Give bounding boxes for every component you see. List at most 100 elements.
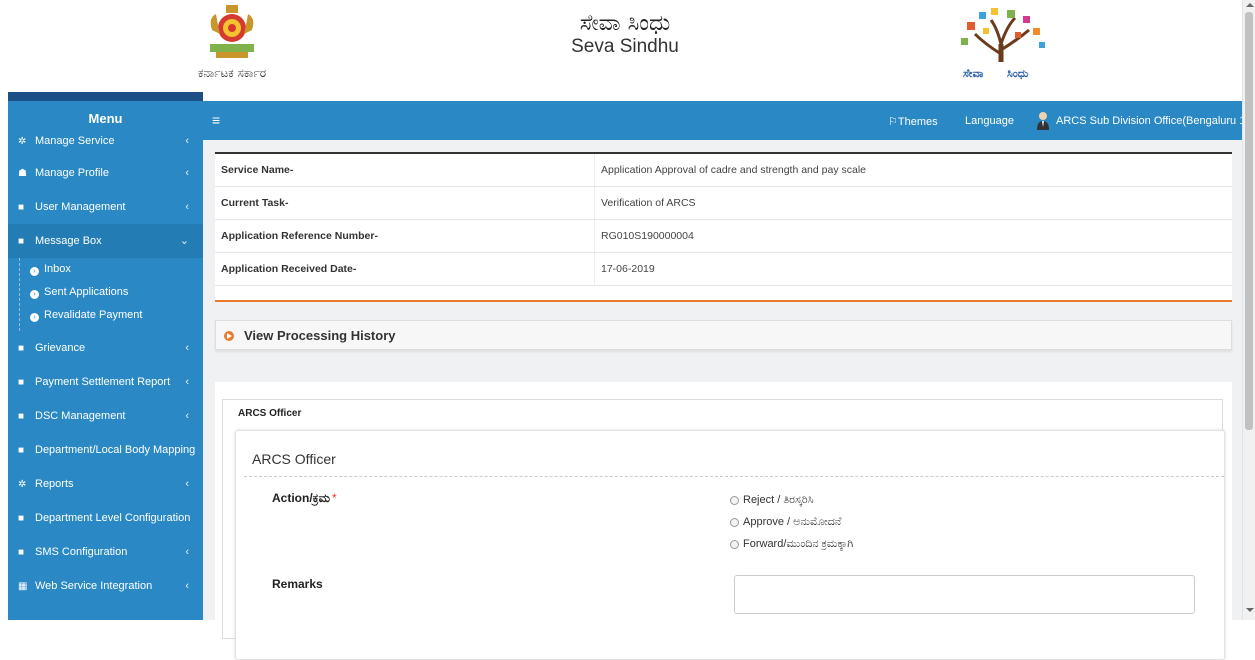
chevron-left-icon: ‹ <box>185 478 189 490</box>
flag-icon: ⚐ <box>888 116 898 128</box>
box-icon: ■ <box>18 236 25 247</box>
sidebar-item-user-management[interactable]: ■ User Management ‹ <box>8 190 203 224</box>
action-label: Action/ಕ್ರಮ * <box>272 491 337 506</box>
radio-forward[interactable]: Forward/ಮುಂದಿನ ಕ್ರಮಕ್ಕಾಗಿ <box>730 533 853 555</box>
sidebar-item-label: Department Level Configuration <box>35 512 191 524</box>
sidebar-item-label: Web Service Integration <box>35 580 153 592</box>
menu-title: Menu <box>8 101 203 134</box>
page-scrollbar[interactable] <box>1242 0 1255 620</box>
box-icon: ■ <box>18 343 25 354</box>
sidebar-item-payment-settlement-report[interactable]: ■ Payment Settlement Report ‹ <box>8 365 203 399</box>
sidebar-item-label: Manage Profile <box>35 167 109 179</box>
submenu-item-sent-applications[interactable]: › Sent Applications <box>20 281 203 304</box>
radio-button[interactable] <box>730 517 739 527</box>
themes-label: Themes <box>897 116 938 128</box>
user-avatar-icon[interactable] <box>1036 111 1050 131</box>
box-icon: ■ <box>18 547 25 558</box>
tree-logo-icon: ಸೇವಾ ಸಿಂಧು <box>955 8 1050 82</box>
submenu-item-inbox[interactable]: › Inbox <box>20 258 203 281</box>
top-navbar: ≡ ⚐Themes Language ARCS Sub Division Off… <box>203 101 1249 140</box>
radio-label: Approve / ಅನುಮೋದನೆ <box>743 516 842 528</box>
detail-label: Service Name- <box>221 164 294 176</box>
message-box-submenu: › Inbox › Sent Applications › Revalidate Pa… <box>19 258 203 331</box>
box-icon: ■ <box>18 202 25 213</box>
sidebar-item-label: SMS Configuration <box>35 546 128 558</box>
submenu-label: Sent Applications <box>44 286 129 298</box>
karnataka-emblem: ಕರ್ನಾಟಕ ಸರ್ಕಾರ <box>172 4 292 88</box>
scroll-down-arrow-icon[interactable] <box>1246 608 1254 612</box>
radio-button[interactable] <box>730 495 739 505</box>
radio-label: Forward/ಮುಂದಿನ ಕ್ರಮಕ್ಕಾಗಿ <box>743 538 854 550</box>
sidebar-item-department-level-configuration[interactable]: ■ Department Level Configuration <box>8 501 203 535</box>
sidebar-top-strip <box>8 92 203 101</box>
submenu-label: Inbox <box>44 263 71 275</box>
chevron-left-icon: ‹ <box>185 135 189 147</box>
sidebar-item-reports[interactable]: ✲ Reports ‹ <box>8 467 203 501</box>
chevron-left-icon: ‹ <box>185 410 189 422</box>
sidebar-item-label: DSC Management <box>35 410 126 422</box>
sidebar-item-label: Department/Local Body Mapping <box>35 444 196 456</box>
sidebar-item-grievance[interactable]: ■ Grievance ‹ <box>8 331 203 365</box>
title-english: Seva Sindhu <box>571 36 679 57</box>
divider <box>244 476 1224 477</box>
detail-label: Application Received Date- <box>221 263 357 275</box>
remarks-label: Remarks <box>272 577 323 591</box>
sidebar-item-sms-configuration[interactable]: ■ SMS Configuration ‹ <box>8 535 203 569</box>
sidebar-item-label: Payment Settlement Report <box>35 376 171 388</box>
chevron-left-icon: ‹ <box>185 546 189 558</box>
title-kannada: ಸೇವಾ ಸಿಂಧು <box>579 11 671 36</box>
chevron-down-icon: ⌄ <box>179 235 189 247</box>
box-icon: ■ <box>18 513 25 524</box>
view-processing-history-panel[interactable]: View Processing History <box>215 320 1232 350</box>
sidebar-item-label: Manage Service <box>35 135 115 147</box>
cogs-icon: ✲ <box>18 479 27 490</box>
detail-value: Verification of ARCS <box>594 187 1232 219</box>
language-link[interactable]: Language <box>965 115 1014 127</box>
hamburger-menu-icon[interactable]: ≡ <box>212 112 220 128</box>
scroll-up-arrow-icon[interactable] <box>1246 3 1254 7</box>
user-office-name[interactable]: ARCS Sub Division Office(Bengaluru 1) <box>1056 115 1249 127</box>
radio-button[interactable] <box>730 539 739 549</box>
sidebar-item-dsc-management[interactable]: ■ DSC Management ‹ <box>8 399 203 433</box>
fieldset-legend: ARCS Officer <box>235 408 305 419</box>
main-content: Service Name- Application Approval of ca… <box>203 140 1242 660</box>
sidebar-item-label: Grievance <box>35 342 86 354</box>
sidebar-item-message-box[interactable]: ■ Message Box ⌄ <box>8 224 203 258</box>
table-row: Current Task- Verification of ARCS <box>215 187 1232 220</box>
action-label-text: Action/ಕ್ರಮ <box>272 491 330 505</box>
chevron-left-icon: ‹ <box>185 580 189 592</box>
arcs-officer-form: ARCS Officer Action/ಕ್ರಮ * Reject / ತಿರಸ್… <box>235 430 1225 660</box>
radio-approve[interactable]: Approve / ಅನುಮೋದನೆ <box>730 511 853 533</box>
themes-link[interactable]: ⚐Themes <box>888 115 938 128</box>
form-title: ARCS Officer <box>252 451 336 467</box>
application-details-table: Service Name- Application Approval of ca… <box>215 152 1232 302</box>
arrow-circle-icon: › <box>30 267 39 276</box>
page-header: ಕರ್ನಾಟಕ ಸರ್ಕಾರ ಸೇವಾ ಸಿಂಧು Seva Sindhu ಸೇ… <box>0 0 1242 92</box>
box-icon: ■ <box>18 445 25 456</box>
users-icon: ☗ <box>18 168 27 179</box>
detail-value: RG010S190000004 <box>594 220 1232 252</box>
sidebar-item-manage-profile[interactable]: ☗ Manage Profile ‹ <box>8 156 203 190</box>
chevron-left-icon: ‹ <box>185 376 189 388</box>
sidebar-item-web-service-integration[interactable]: ▦ Web Service Integration ‹ <box>8 569 203 603</box>
chevron-left-icon: ‹ <box>185 167 189 179</box>
box-icon: ■ <box>18 377 25 388</box>
radio-label: Reject / ತಿರಸ್ಕರಿಸಿ <box>743 494 814 506</box>
sidebar: Menu ✲ Manage Service ‹ ☗ Manage Profile ‹… <box>8 92 203 620</box>
submenu-label: Revalidate Payment <box>44 309 143 321</box>
remarks-textarea[interactable] <box>734 575 1195 614</box>
view-processing-history-label: View Processing History <box>244 328 396 343</box>
radio-reject[interactable]: Reject / ತಿರಸ್ಕರಿಸಿ <box>730 489 853 511</box>
required-marker: * <box>331 491 337 505</box>
detail-label: Current Task- <box>221 197 289 209</box>
submenu-item-revalidate-payment[interactable]: › Revalidate Payment <box>20 304 203 327</box>
sidebar-item-department-local-body-mapping[interactable]: ■ Department/Local Body Mapping <box>8 433 203 467</box>
logo-text-right: ಸಿಂಧು <box>1007 67 1029 80</box>
box-icon: ■ <box>18 411 25 422</box>
brand-title: ಸೇವಾ ಸಿಂಧು Seva Sindhu <box>540 12 710 58</box>
action-radio-group: Reject / ತಿರಸ್ಕರಿಸಿ Approve / ಅನುಮೋದನೆ F… <box>730 489 853 555</box>
seva-sindhu-logo: ಸೇವಾ ಸಿಂಧು <box>945 4 1060 88</box>
scroll-thumb[interactable] <box>1245 12 1253 430</box>
sidebar-item-manage-service[interactable]: ✲ Manage Service ‹ <box>8 134 203 156</box>
detail-value: 17-06-2019 <box>594 253 1232 285</box>
